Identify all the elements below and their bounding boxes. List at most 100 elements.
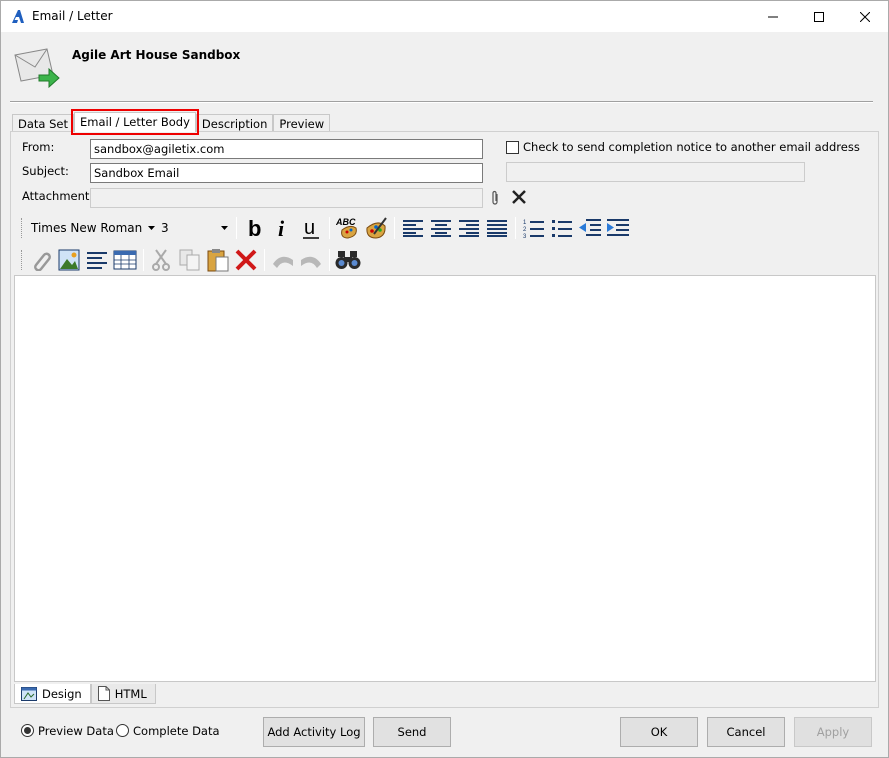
remove-attachment-icon[interactable] [512,190,526,204]
font-family-value: Times New Roman [31,221,143,235]
preview-data-radio[interactable] [21,724,34,737]
undo-button[interactable] [269,247,297,273]
italic-button[interactable]: i [269,215,297,241]
underline-icon: u [303,217,319,239]
attachment-field[interactable] [90,188,483,208]
email-letter-window: Email / Letter Agile Art House Sandbox D… [0,0,889,758]
tab-html-label: HTML [114,686,147,701]
tab-email-letter-body[interactable]: Email / Letter Body [71,109,199,135]
preview-data-label: Preview Data [38,724,114,738]
svg-text:b: b [248,217,261,239]
align-right-icon [459,220,479,237]
outdent-button[interactable] [576,215,604,241]
format-toolbar: Times New Roman 3 b i u ABC 123 [18,215,632,241]
delete-icon [235,249,257,271]
tab-design-label: Design [42,686,82,701]
font-size-value: 3 [161,221,169,235]
maximize-icon [814,11,824,22]
attachment-label: Attachment: [22,189,94,203]
justify-button[interactable] [483,215,511,241]
outdent-icon [579,219,601,236]
toolbar-separator [236,217,237,239]
tab-data-set[interactable]: Data Set [12,114,74,132]
tab-strip: Data Set Email / Letter Body Description… [12,109,331,135]
minimize-icon [768,16,778,17]
paste-icon [207,249,229,272]
complete-data-label: Complete Data [133,724,220,738]
horizontal-rule-button[interactable] [83,247,111,273]
underline-button[interactable]: u [297,215,325,241]
bullet-list-icon [552,220,572,237]
insert-toolbar [18,247,362,273]
subject-label: Subject: [22,164,69,178]
align-right-button[interactable] [455,215,483,241]
subject-field[interactable]: Sandbox Email [90,163,483,183]
paste-button[interactable] [204,247,232,273]
ok-button[interactable]: OK [620,717,698,747]
table-icon [113,250,137,270]
undo-icon [273,256,293,268]
header-divider [10,101,873,103]
apply-button[interactable]: Apply [794,717,872,747]
spellcheck-button[interactable]: ABC [334,215,362,241]
align-center-button[interactable] [427,215,455,241]
paragraph-icon [87,252,107,269]
insert-image-button[interactable] [55,247,83,273]
svg-text:1: 1 [523,220,527,226]
toolbar-grip [21,218,24,238]
from-field[interactable]: sandbox@agiletix.com [90,139,483,159]
align-center-icon [431,220,451,237]
html-editor-area[interactable] [14,275,876,682]
scissors-icon [152,249,170,271]
notice-email-field[interactable] [506,162,805,182]
font-family-select[interactable]: Times New Roman [27,218,157,238]
indent-button[interactable] [604,215,632,241]
indent-icon [607,219,629,236]
minimize-button[interactable] [750,1,796,32]
toolbar-separator [394,217,395,239]
from-label: From: [22,140,55,154]
tab-design[interactable]: Design [14,684,91,704]
copy-icon [179,249,200,271]
paperclip-icon[interactable] [489,190,501,206]
tab-preview[interactable]: Preview [273,114,331,132]
editor-mode-tabs: Design HTML [14,684,156,704]
send-button[interactable]: Send [373,717,451,747]
bullet-list-button[interactable] [548,215,576,241]
svg-text:3: 3 [523,234,527,238]
align-left-button[interactable] [399,215,427,241]
find-button[interactable] [334,247,362,273]
document-icon [97,686,110,701]
copy-button[interactable] [176,247,204,273]
toolbar-separator [515,217,516,239]
insert-table-button[interactable] [111,247,139,273]
maximize-button[interactable] [796,1,842,32]
complete-data-radio[interactable] [116,724,129,737]
close-icon [860,11,870,22]
numbered-list-button[interactable]: 123 [520,215,548,241]
palette-icon [366,217,387,239]
close-button[interactable] [842,1,888,32]
font-size-select[interactable]: 3 [157,218,232,238]
delete-button[interactable] [232,247,260,273]
notice-checkbox[interactable] [506,141,519,154]
colors-button[interactable] [362,215,390,241]
image-icon [58,249,80,271]
toolbar-separator [329,249,330,271]
justify-icon [487,220,507,237]
cut-button[interactable] [148,247,176,273]
app-logo-icon [12,10,24,23]
toolbar-separator [264,249,265,271]
toolbar-separator [143,249,144,271]
notice-label: Check to send completion notice to anoth… [523,140,860,154]
redo-icon [301,256,321,268]
cancel-button[interactable]: Cancel [707,717,785,747]
tab-html[interactable]: HTML [90,684,156,704]
page-heading: Agile Art House Sandbox [72,48,241,62]
chevron-down-icon [221,226,228,230]
hyperlink-button[interactable] [27,247,55,273]
redo-button[interactable] [297,247,325,273]
bold-button[interactable]: b [241,215,269,241]
tab-description[interactable]: Description [195,114,274,132]
add-activity-log-button[interactable]: Add Activity Log [263,717,365,747]
